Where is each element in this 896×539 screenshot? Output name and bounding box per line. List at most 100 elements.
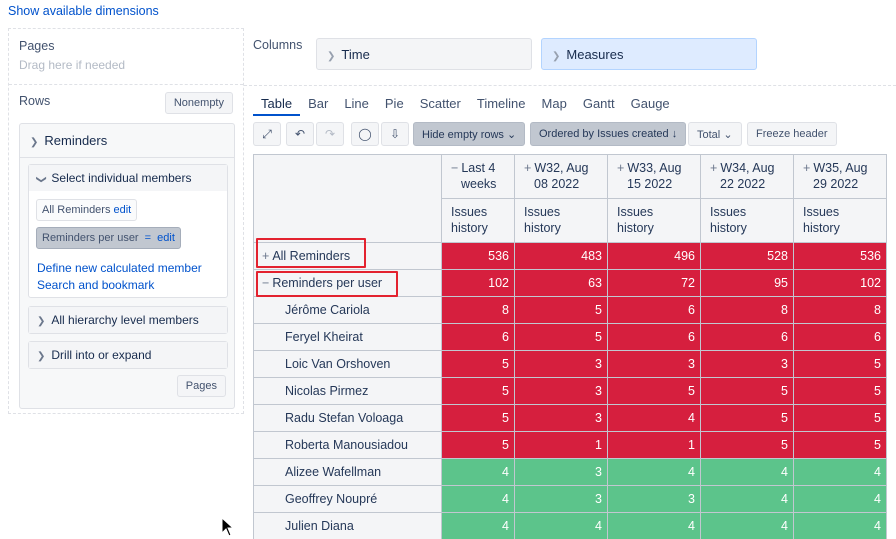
table-cell[interactable]: 6 — [441, 323, 515, 351]
table-cell[interactable]: 95 — [700, 269, 794, 297]
measure-header[interactable]: Issues history — [700, 198, 794, 243]
column-header-w34[interactable]: + W34, Aug 22 2022 — [700, 154, 794, 199]
comment-icon[interactable]: ◯ — [351, 122, 379, 146]
tab-scatter[interactable]: Scatter — [412, 92, 469, 116]
table-cell[interactable]: 63 — [514, 269, 608, 297]
expand-icon[interactable]: + — [617, 161, 624, 175]
row-label[interactable]: Roberta Manousiadou — [253, 431, 442, 459]
table-cell[interactable]: 4 — [793, 485, 887, 513]
table-cell[interactable]: 5 — [700, 431, 794, 459]
table-cell[interactable]: 102 — [793, 269, 887, 297]
table-cell[interactable]: 1 — [514, 431, 608, 459]
pages-dropzone[interactable]: Pages Drag here if needed — [9, 29, 243, 85]
row-label[interactable]: Alizee Wafellman — [253, 458, 442, 486]
table-cell[interactable]: 3 — [700, 350, 794, 378]
table-cell[interactable]: 5 — [700, 404, 794, 432]
table-cell[interactable]: 5 — [514, 296, 608, 324]
table-cell[interactable]: 6 — [607, 323, 701, 351]
row-label[interactable]: Feryel Kheirat — [253, 323, 442, 351]
table-cell[interactable]: 536 — [793, 242, 887, 270]
member-chip-reminders-per-user[interactable]: Reminders per user = edit — [36, 227, 181, 249]
nonempty-button[interactable]: Nonempty — [164, 92, 233, 114]
table-cell[interactable]: 4 — [700, 458, 794, 486]
table-cell[interactable]: 4 — [514, 512, 608, 539]
time-dimension-chip[interactable]: ❯ Time — [316, 38, 532, 70]
table-cell[interactable]: 4 — [607, 404, 701, 432]
row-label[interactable]: Loic Van Orshoven — [253, 350, 442, 378]
table-cell[interactable]: 5 — [793, 431, 887, 459]
expand-icon[interactable]: + — [524, 161, 531, 175]
row-label[interactable]: Julien Diana — [253, 512, 442, 539]
tab-map[interactable]: Map — [534, 92, 575, 116]
measures-chip[interactable]: ❯ Measures — [541, 38, 757, 70]
pages-button[interactable]: Pages — [176, 375, 226, 397]
undo-icon[interactable]: ↶ — [286, 122, 314, 146]
table-cell[interactable]: 4 — [793, 512, 887, 539]
drill-header[interactable]: ❯ Drill into or expand — [29, 342, 227, 368]
measure-header[interactable]: Issues history — [441, 198, 515, 243]
search-and-bookmark-link[interactable]: Search and bookmark — [37, 278, 154, 292]
table-cell[interactable]: 3 — [607, 485, 701, 513]
select-members-header[interactable]: ❯ Select individual members — [29, 165, 227, 191]
table-cell[interactable]: 5 — [700, 377, 794, 405]
fullscreen-icon[interactable]: ⤢ — [253, 122, 281, 146]
table-cell[interactable]: 3 — [514, 404, 608, 432]
table-cell[interactable]: 5 — [607, 377, 701, 405]
table-cell[interactable]: 5 — [793, 377, 887, 405]
table-cell[interactable]: 5 — [441, 404, 515, 432]
tab-line[interactable]: Line — [336, 92, 377, 116]
table-cell[interactable]: 3 — [607, 350, 701, 378]
table-cell[interactable]: 4 — [607, 458, 701, 486]
table-cell[interactable]: 6 — [700, 323, 794, 351]
ordered-by-button[interactable]: Ordered by Issues created ↓ — [530, 122, 687, 146]
table-cell[interactable]: 1 — [607, 431, 701, 459]
table-cell[interactable]: 5 — [793, 404, 887, 432]
table-cell[interactable]: 3 — [514, 458, 608, 486]
measure-header[interactable]: Issues history — [607, 198, 701, 243]
table-cell[interactable]: 496 — [607, 242, 701, 270]
table-cell[interactable]: 483 — [514, 242, 608, 270]
edit-link[interactable]: edit — [113, 204, 131, 216]
drill-section[interactable]: ❯ Drill into or expand — [28, 341, 228, 369]
all-hierarchy-section[interactable]: ❯ All hierarchy level members — [28, 306, 228, 334]
table-cell[interactable]: 5 — [793, 350, 887, 378]
table-cell[interactable]: 8 — [700, 296, 794, 324]
table-cell[interactable]: 4 — [441, 512, 515, 539]
member-chip-all-reminders[interactable]: All Reminders edit — [36, 199, 138, 221]
measure-header[interactable]: Issues history — [793, 198, 887, 243]
all-hierarchy-header[interactable]: ❯ All hierarchy level members — [29, 307, 227, 333]
column-header-w32[interactable]: + W32, Aug 08 2022 — [514, 154, 608, 199]
measure-header[interactable]: Issues history — [514, 198, 608, 243]
reminders-dimension-header[interactable]: ❯ Reminders — [20, 124, 234, 158]
table-cell[interactable]: 4 — [441, 458, 515, 486]
row-label[interactable]: Radu Stefan Voloaga — [253, 404, 442, 432]
table-cell[interactable]: 4 — [607, 512, 701, 539]
freeze-header-button[interactable]: Freeze header — [747, 122, 837, 146]
redo-icon[interactable]: ↷ — [316, 122, 344, 146]
show-available-dimensions-link[interactable]: Show available dimensions — [8, 4, 159, 18]
edit-link[interactable]: edit — [157, 232, 175, 244]
tab-pie[interactable]: Pie — [377, 92, 412, 116]
table-cell[interactable]: 5 — [441, 431, 515, 459]
tab-bar[interactable]: Bar — [300, 92, 336, 116]
table-cell[interactable]: 3 — [514, 377, 608, 405]
tab-gauge[interactable]: Gauge — [623, 92, 678, 116]
table-cell[interactable]: 4 — [793, 458, 887, 486]
table-cell[interactable]: 3 — [514, 350, 608, 378]
table-cell[interactable]: 5 — [441, 350, 515, 378]
tab-table[interactable]: Table — [253, 92, 301, 116]
table-cell[interactable]: 4 — [441, 485, 515, 513]
expand-icon[interactable]: + — [803, 161, 810, 175]
row-label[interactable]: Nicolas Pirmez — [253, 377, 442, 405]
table-cell[interactable]: 3 — [514, 485, 608, 513]
table-cell[interactable]: 528 — [700, 242, 794, 270]
table-cell[interactable]: 6 — [607, 296, 701, 324]
table-cell[interactable]: 5 — [441, 377, 515, 405]
column-header-last-4-weeks[interactable]: − Last 4 weeks — [441, 154, 515, 199]
table-cell[interactable]: 536 — [441, 242, 515, 270]
column-header-w35[interactable]: + W35, Aug 29 2022 — [793, 154, 887, 199]
table-cell[interactable]: 102 — [441, 269, 515, 297]
table-cell[interactable]: 8 — [793, 296, 887, 324]
table-cell[interactable]: 8 — [441, 296, 515, 324]
table-cell[interactable]: 4 — [700, 485, 794, 513]
